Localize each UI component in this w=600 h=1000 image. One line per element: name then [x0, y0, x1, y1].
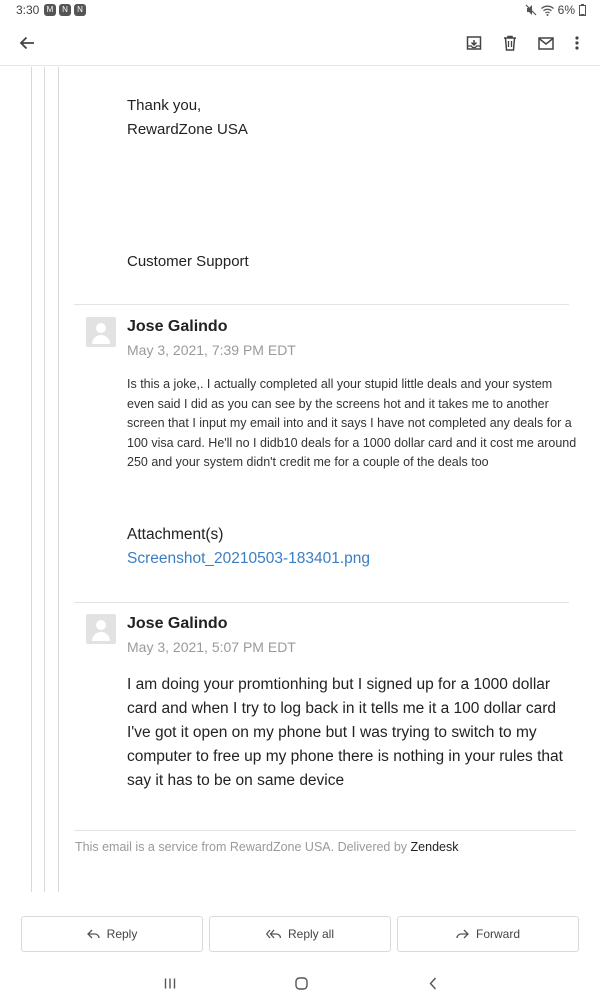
status-notifications: M N N: [44, 4, 86, 16]
status-time: 3:30: [16, 3, 40, 17]
mute-icon: [525, 4, 537, 16]
reply-all-label: Reply all: [287, 927, 335, 941]
message-sender: Jose Galindo: [127, 615, 228, 632]
recent-apps-button[interactable]: [158, 972, 182, 994]
reply-label: Reply: [106, 927, 138, 941]
app-notification-icon: N: [59, 4, 71, 16]
signature-company: RewardZone USA: [127, 121, 248, 138]
reply-actions: Reply Reply all Forward: [0, 916, 600, 952]
toolbar: [0, 22, 600, 66]
footer-divider: [74, 830, 576, 831]
archive-icon: [466, 36, 482, 50]
message-sender: Jose Galindo: [127, 318, 228, 335]
home-icon: [294, 976, 308, 990]
back-nav-button[interactable]: [421, 972, 445, 994]
back-button[interactable]: [14, 30, 40, 56]
battery-icon: [579, 4, 586, 16]
thread-quote-line: [44, 67, 45, 892]
thread-quote-line: [58, 67, 59, 892]
app-notification-icon: N: [74, 4, 86, 16]
arrow-back-icon: [19, 36, 34, 50]
message-body: I am doing your promtionhing but I signe…: [127, 676, 563, 789]
reply-icon: [86, 929, 100, 939]
more-options-button[interactable]: [564, 30, 590, 56]
archive-button[interactable]: [461, 30, 487, 56]
more-vert-icon: [575, 36, 579, 50]
message-divider: [74, 304, 569, 305]
delete-icon: [504, 35, 516, 51]
message-date: May 3, 2021, 7:39 PM EDT: [127, 342, 296, 358]
reply-all-icon: [265, 929, 281, 939]
footer-note: This email is a service from RewardZone …: [75, 840, 459, 854]
mark-unread-icon: [538, 36, 554, 50]
status-bar: 3:30 M N N 6%: [0, 0, 600, 20]
message-date: May 3, 2021, 5:07 PM EDT: [127, 639, 296, 655]
reply-all-button[interactable]: Reply all: [209, 916, 391, 952]
footer-note-text: This email is a service from RewardZone …: [75, 840, 408, 854]
wifi-icon: [540, 5, 554, 16]
home-button[interactable]: [289, 972, 313, 994]
mark-unread-button[interactable]: [533, 30, 559, 56]
recent-apps-icon: [164, 978, 176, 988]
forward-button[interactable]: Forward: [397, 916, 579, 952]
thread-quote-line: [31, 67, 32, 892]
attachments-label: Attachment(s): [127, 526, 224, 543]
mail-notification-icon: M: [44, 4, 56, 16]
attachment-link[interactable]: Screenshot_20210503-183401.png: [127, 550, 370, 568]
delete-button[interactable]: [497, 30, 523, 56]
message-body: Is this a joke,. I actually completed al…: [127, 377, 577, 469]
message-divider: [74, 602, 569, 603]
system-nav-bar: [0, 966, 600, 1000]
battery-percent: 6%: [557, 3, 575, 17]
footer-provider[interactable]: Zendesk: [411, 840, 459, 854]
avatar: [86, 614, 116, 644]
status-indicators: 6%: [525, 3, 586, 17]
forward-icon: [456, 929, 469, 939]
forward-label: Forward: [475, 927, 520, 941]
avatar: [86, 317, 116, 347]
signature-team: Customer Support: [127, 253, 249, 270]
back-nav-icon: [429, 977, 437, 989]
signature-thanks: Thank you,: [127, 97, 202, 114]
reply-button[interactable]: Reply: [21, 916, 203, 952]
